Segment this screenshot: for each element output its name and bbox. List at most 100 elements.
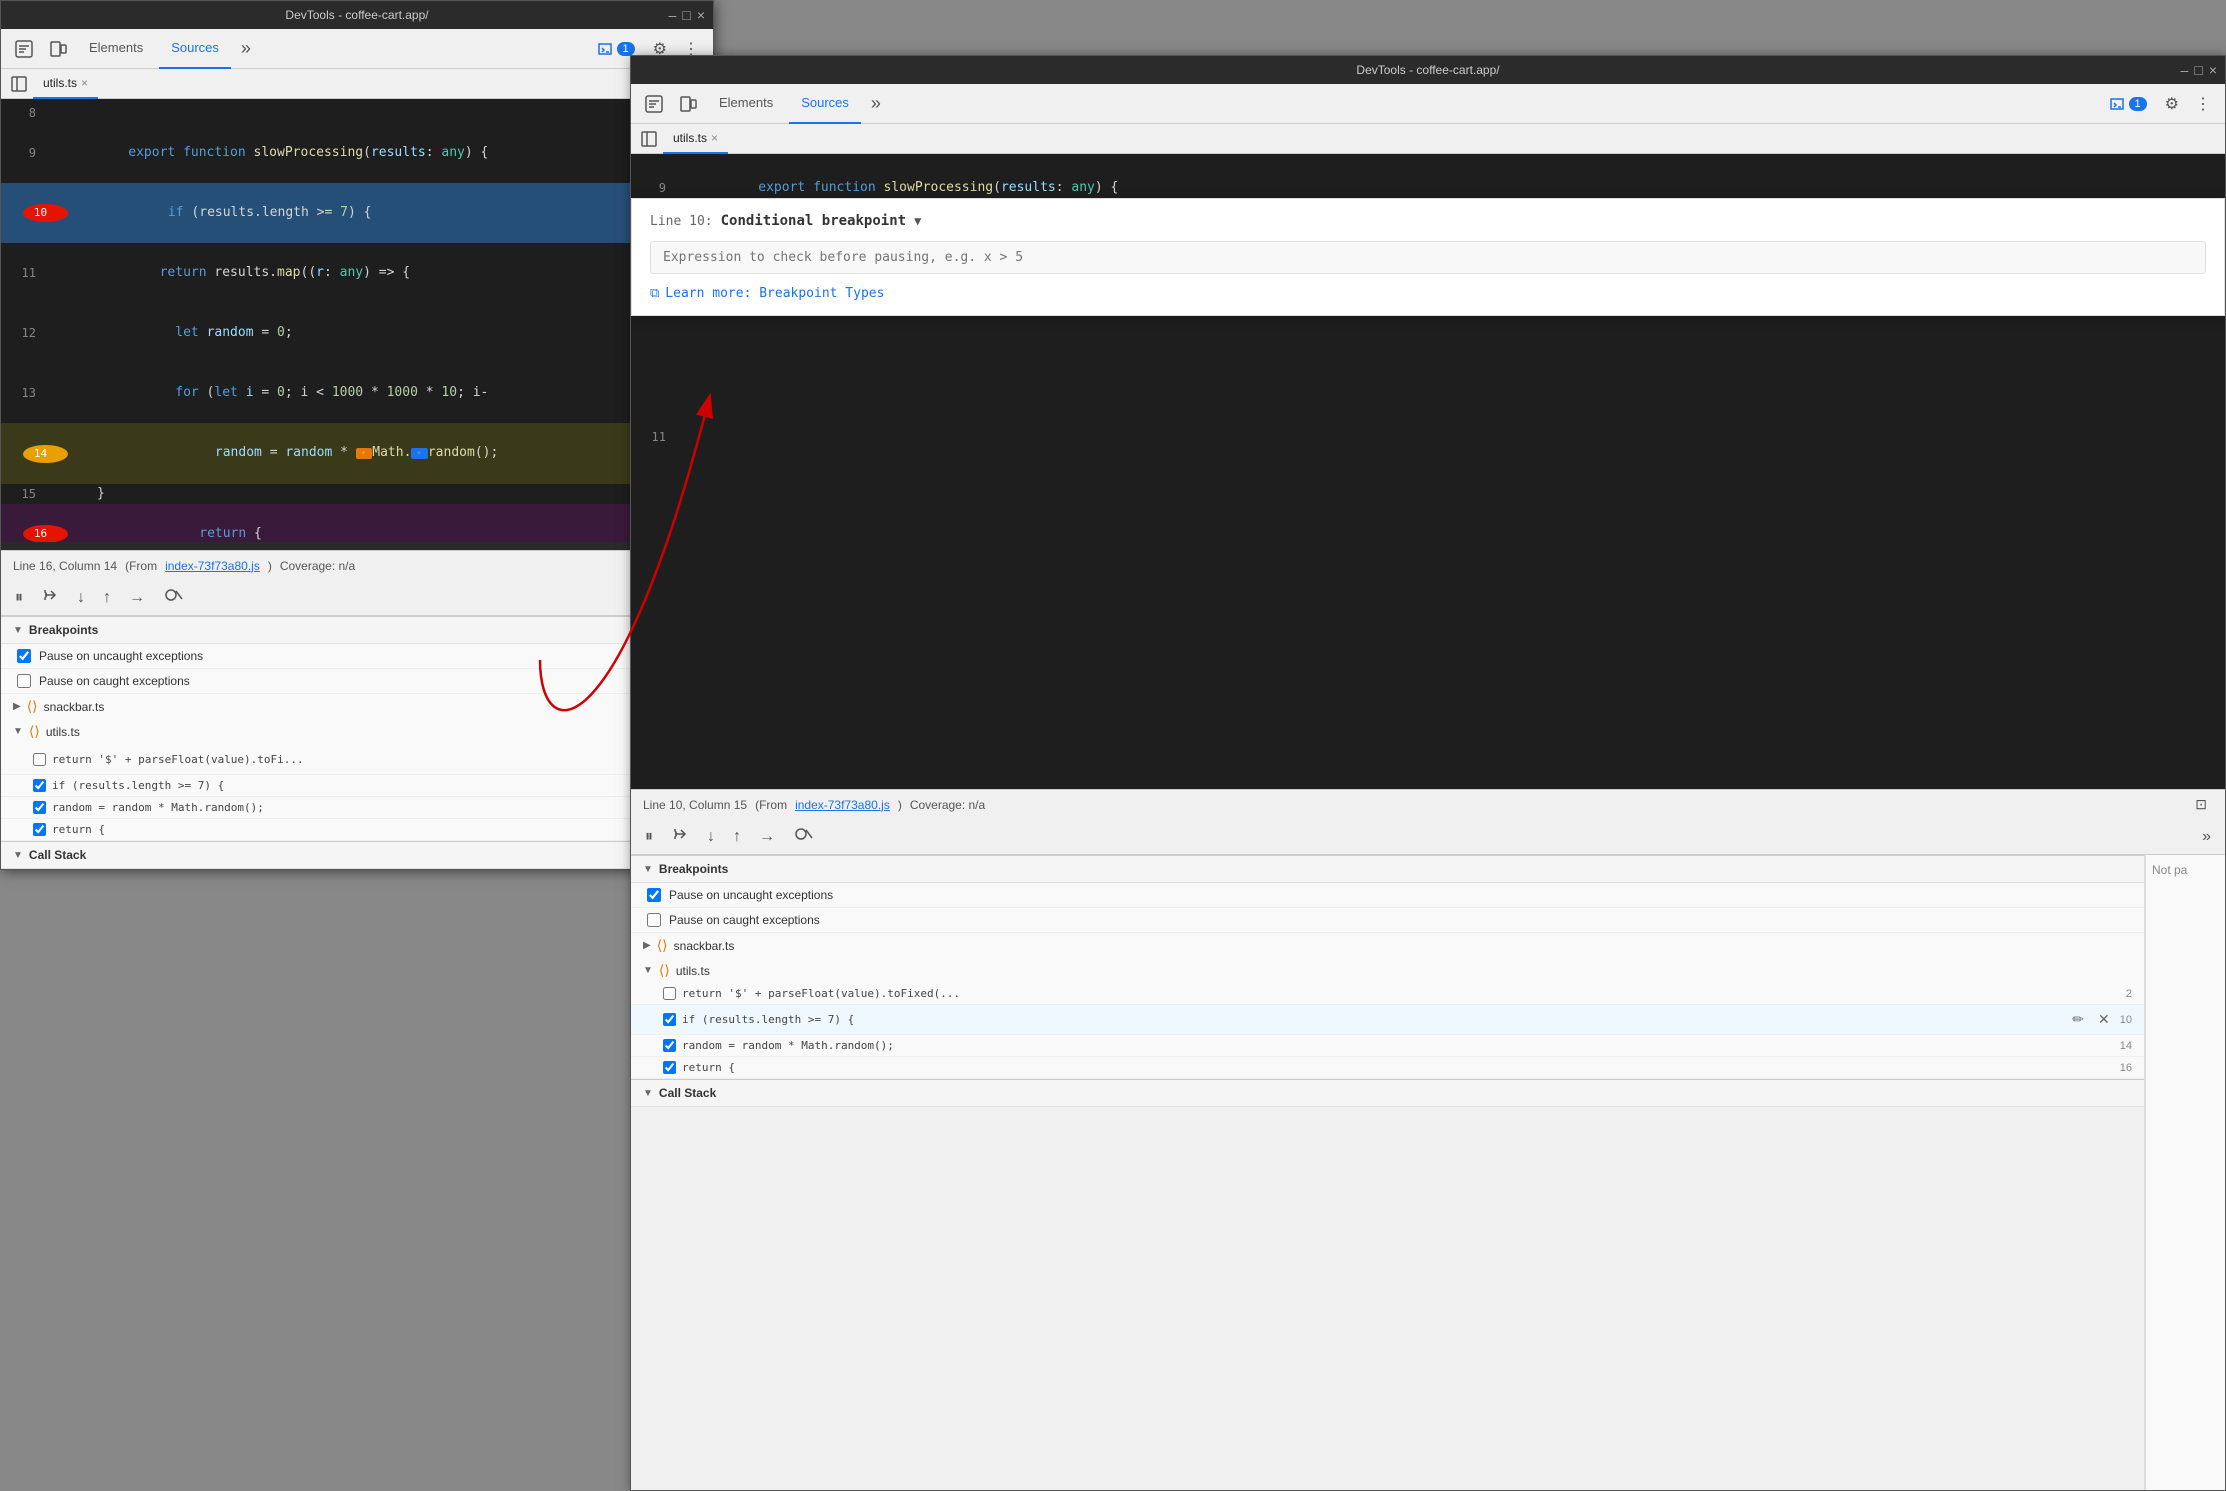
left-snackbar-file-row[interactable]: ▶ ⟨⟩ snackbar.ts [1,694,713,719]
right-tab-elements[interactable]: Elements [707,84,785,124]
right-code-line-11: 11 [631,427,2225,447]
left-title-bar: DevTools - coffee-cart.app/ – □ × [1,1,713,29]
right-deactivate-btn[interactable] [787,821,819,852]
left-bp-check-4[interactable] [33,823,46,836]
right-step-into-btn[interactable]: ↓ [701,824,721,850]
left-deactivate-btn[interactable] [157,582,189,613]
right-bottom-panels: ▼ Breakpoints Pause on uncaught exceptio… [631,855,2225,1490]
right-pause-uncaught-checkbox[interactable] [647,888,661,902]
right-pause-uncaught-row: Pause on uncaught exceptions [631,883,2144,908]
right-code-area[interactable]: 9 export function slowProcessing(results… [631,154,2225,789]
right-not-paused-panel: Not pa [2145,855,2225,1490]
left-devtools-window: DevTools - coffee-cart.app/ – □ × Elemen… [0,0,714,870]
popup-dropdown-icon[interactable]: ▼ [914,214,921,228]
left-close-paren: ) [268,559,272,573]
code-line-10: 10 if (results.length >= 7) { [1,183,713,243]
right-bp-del-2[interactable]: ✕ [2094,1009,2114,1030]
right-pause-btn[interactable]: ⏸ [639,824,659,850]
right-file-tab-close[interactable]: × [711,131,718,145]
right-bp-entry-3: random = random * Math.random(); 14 [631,1035,2144,1057]
left-from-text: (From [125,559,157,573]
right-step-btn[interactable]: → [753,824,781,850]
left-sidebar-toggle[interactable] [5,70,33,98]
left-breakpoints-panel: Pause on uncaught exceptions Pause on ca… [1,644,713,841]
right-step-out-btn[interactable]: ↑ [727,824,747,850]
left-maximize-btn[interactable]: □ [682,7,690,23]
right-file-tab-utils[interactable]: utils.ts × [663,124,728,154]
popup-link-row: ⧉ Learn more: Breakpoint Types [650,286,2206,301]
right-bp-edit-2[interactable]: ✏ [2068,1009,2088,1030]
left-call-stack-header[interactable]: ▼ Call Stack [1,842,713,869]
left-tab-elements[interactable]: Elements [77,29,155,69]
right-more-panel-btn[interactable]: » [2196,824,2217,850]
right-snackbar-file-row[interactable]: ▶ ⟨⟩ snackbar.ts [631,933,2144,958]
left-step-into-btn[interactable]: ↓ [71,585,91,611]
right-inspect-btn[interactable] [639,91,669,117]
right-title: DevTools - coffee-cart.app/ [1356,63,1499,77]
right-utils-file-row[interactable]: ▼ ⟨⟩ utils.ts [631,958,2144,983]
left-pause-uncaught-checkbox[interactable] [17,649,31,663]
right-devtools-window: DevTools - coffee-cart.app/ – □ × Elemen… [630,55,2226,1491]
right-bp-check-4[interactable] [663,1061,676,1074]
popup-expression-input[interactable] [650,241,2206,274]
right-step-over-btn[interactable] [665,821,695,852]
right-debug-toolbar: ⏸ ↓ ↑ → » [631,819,2225,855]
left-inspect-btn[interactable] [9,36,39,62]
left-device-btn[interactable] [43,36,73,62]
code-line-8: 8 [1,103,713,123]
right-sidebar-toggle[interactable] [635,125,663,153]
right-tab-sources[interactable]: Sources [789,84,861,124]
code-line-15: 15 } [1,484,713,504]
right-pause-caught-checkbox[interactable] [647,913,661,927]
right-close-btn[interactable]: × [2209,62,2217,78]
left-toolbar: Elements Sources » 1 ⚙ ⋮ [1,29,713,69]
left-pause-btn[interactable]: ⏸ [9,585,29,611]
left-utils-file-row[interactable]: ▼ ⟨⟩ utils.ts [1,719,713,744]
left-file-tab-close[interactable]: × [81,76,88,90]
right-device-btn[interactable] [673,91,703,117]
left-tab-sources[interactable]: Sources [159,29,231,69]
left-file-link[interactable]: index-73f73a80.js [165,559,260,573]
right-bp-check-3[interactable] [663,1039,676,1052]
right-code-extra: 11 [631,427,2225,487]
left-step-out-btn[interactable]: ↑ [97,585,117,611]
right-expand-panel-btn[interactable]: ⊡ [2189,792,2213,817]
left-minimize-btn[interactable]: – [669,7,677,23]
right-settings-btn[interactable]: ⚙ [2159,90,2185,118]
left-tab-more[interactable]: » [235,34,257,63]
right-status-bar: Line 10, Column 15 (From index-73f73a80.… [631,789,2225,819]
right-console-badge-btn[interactable]: 1 [2101,92,2155,116]
right-maximize-btn[interactable]: □ [2194,62,2202,78]
left-step-btn[interactable]: → [123,585,151,611]
right-file-link[interactable]: index-73f73a80.js [795,798,890,812]
right-call-stack-header[interactable]: ▼ Call Stack [631,1080,2144,1107]
left-step-over-btn[interactable] [35,582,65,613]
right-main-panel: ▼ Breakpoints Pause on uncaught exceptio… [631,855,2145,1490]
left-bp-check-2[interactable] [33,779,46,792]
left-call-stack-section: ▼ Call Stack [1,841,713,869]
right-breakpoints-header[interactable]: ▼ Breakpoints [631,856,2144,883]
right-minimize-btn[interactable]: – [2181,62,2189,78]
right-file-tab-bar: utils.ts × [631,124,2225,154]
left-pause-uncaught-row: Pause on uncaught exceptions [1,644,713,669]
right-bp-check-2[interactable] [663,1013,676,1026]
left-bp-entry-4: return { 16 [1,819,713,841]
conditional-bp-popup: Line 10: Conditional breakpoint ▼ ⧉ Lear… [631,198,2225,316]
right-more-btn[interactable]: ⋮ [2189,90,2217,118]
left-bp-entry-3: random = random * Math.random(); 14 [1,797,713,819]
left-pause-caught-checkbox[interactable] [17,674,31,688]
left-bp-entry-1: return '$' + parseFloat(value).toFi... ✏… [1,744,713,775]
right-position: Line 10, Column 15 [643,798,747,812]
popup-learn-more-link[interactable]: Learn more: Breakpoint Types [665,286,884,301]
code-line-12: 12 let random = 0; [1,303,713,363]
left-code-area[interactable]: 8 9 export function slowProcessing(resul… [1,99,713,550]
left-bp-check-1[interactable] [33,753,46,766]
left-coverage: Coverage: n/a [280,559,355,573]
left-position: Line 16, Column 14 [13,559,117,573]
left-file-tab-utils[interactable]: utils.ts × [33,69,98,99]
left-close-btn[interactable]: × [697,7,705,23]
left-bp-check-3[interactable] [33,801,46,814]
left-breakpoints-header[interactable]: ▼ Breakpoints [1,617,713,644]
right-bp-check-1[interactable] [663,987,676,1000]
right-tab-more[interactable]: » [865,89,887,118]
